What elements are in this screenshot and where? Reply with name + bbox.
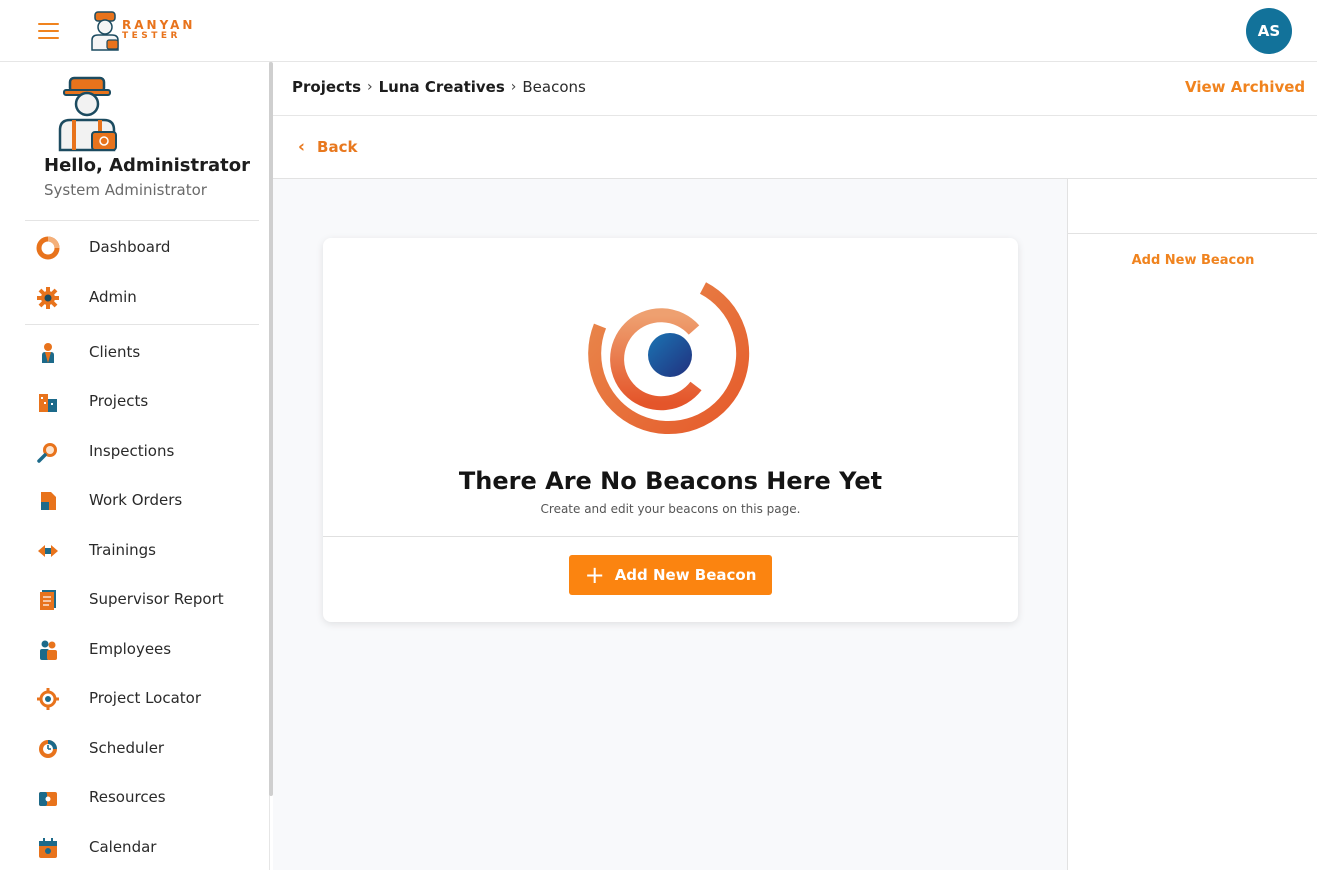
- beacon-icon: [588, 282, 750, 435]
- report-icon: [40, 590, 56, 610]
- sidebar-divider: [25, 220, 259, 221]
- back-label: Back: [317, 138, 358, 156]
- sidebar: Hello, Administrator System Administrato…: [0, 62, 270, 870]
- menu-icon[interactable]: [38, 23, 59, 39]
- sidebar-item-calendar[interactable]: Calendar: [0, 827, 260, 867]
- sidebar-item-label: Inspections: [89, 442, 175, 460]
- sidebar-item-label: Work Orders: [89, 491, 183, 509]
- breadcrumb-luna-creatives[interactable]: Luna Creatives: [379, 78, 505, 96]
- sidebar-item-label: Admin: [89, 288, 137, 306]
- header-divider: [273, 115, 1317, 116]
- breadcrumb: Projects › Luna Creatives › Beacons: [292, 78, 586, 96]
- brand-subname: TESTER: [122, 31, 181, 41]
- sidebar-item-supervisor-report[interactable]: Supervisor Report: [0, 579, 260, 619]
- sidebar-item-label: Employees: [89, 640, 172, 658]
- locator-icon: [37, 688, 59, 710]
- sidebar-item-dashboard[interactable]: Dashboard: [0, 227, 260, 267]
- breadcrumb-current: Beacons: [522, 78, 586, 96]
- empty-state-title: There Are No Beacons Here Yet: [458, 467, 883, 495]
- sidebar-item-label: Project Locator: [89, 689, 202, 707]
- building-icon: [39, 394, 57, 412]
- sidebar-item-admin[interactable]: Admin: [0, 277, 260, 317]
- sidebar-item-label: Calendar: [89, 838, 157, 856]
- breadcrumb-projects[interactable]: Projects: [292, 78, 361, 96]
- sidebar-item-employees[interactable]: Employees: [0, 629, 260, 669]
- top-bar: RANYAN TESTER AS: [0, 0, 1317, 62]
- gear-icon: [37, 287, 59, 309]
- add-button-label: Add New Beacon: [614, 566, 757, 584]
- sidebar-item-resources[interactable]: Resources: [0, 777, 260, 817]
- plus-icon: +: [584, 561, 605, 589]
- sidebar-item-trainings[interactable]: Trainings: [0, 530, 260, 570]
- add-new-beacon-link[interactable]: Add New Beacon: [1068, 253, 1317, 268]
- sidebar-item-scheduler[interactable]: Scheduler: [0, 728, 260, 768]
- chevron-right-icon: ›: [510, 79, 517, 95]
- back-button[interactable]: ‹ Back: [298, 137, 357, 157]
- profile-avatar-icon: [58, 76, 117, 152]
- scheduler-icon: [39, 740, 57, 758]
- person-icon: [42, 343, 54, 363]
- user-avatar[interactable]: AS: [1246, 8, 1292, 54]
- right-panel: Add New Beacon: [1067, 179, 1317, 870]
- sidebar-item-projects[interactable]: Projects: [0, 381, 260, 421]
- calendar-icon: [39, 838, 57, 858]
- sidebar-item-label: Resources: [89, 788, 166, 806]
- sidebar-item-label: Dashboard: [89, 238, 171, 256]
- user-role: System Administrator: [44, 181, 207, 199]
- brand-logo[interactable]: RANYAN TESTER: [88, 10, 208, 52]
- right-panel-divider: [1068, 233, 1317, 234]
- work-order-icon: [41, 492, 56, 510]
- brand-name: RANYAN: [122, 18, 196, 32]
- sidebar-item-label: Clients: [89, 343, 141, 361]
- chevron-right-icon: ›: [367, 79, 373, 95]
- employees-icon: [40, 640, 57, 660]
- sidebar-item-clients[interactable]: Clients: [0, 332, 260, 372]
- dashboard-icon: [36, 236, 60, 260]
- add-new-beacon-button[interactable]: + Add New Beacon: [569, 555, 772, 595]
- sidebar-divider: [25, 324, 259, 325]
- magnifier-icon: [37, 443, 57, 463]
- training-icon: [38, 545, 58, 557]
- empty-state-card: There Are No Beacons Here Yet Create and…: [323, 238, 1018, 622]
- sidebar-item-inspections[interactable]: Inspections: [0, 431, 260, 471]
- sidebar-item-project-locator[interactable]: Project Locator: [0, 678, 260, 718]
- sidebar-item-label: Trainings: [89, 541, 157, 559]
- view-archived-link[interactable]: View Archived: [1185, 78, 1305, 96]
- sidebar-item-label: Supervisor Report: [89, 590, 224, 608]
- sidebar-item-label: Projects: [89, 392, 149, 410]
- greeting: Hello, Administrator: [44, 155, 250, 176]
- sidebar-item-work-orders[interactable]: Work Orders: [0, 480, 260, 520]
- sidebar-item-label: Scheduler: [89, 739, 165, 757]
- tester-mascot-icon: [91, 11, 119, 51]
- resources-icon: [39, 792, 57, 806]
- empty-state-subtitle: Create and edit your beacons on this pag…: [540, 502, 801, 516]
- card-divider: [323, 536, 1018, 537]
- chevron-left-icon: ‹: [298, 137, 306, 157]
